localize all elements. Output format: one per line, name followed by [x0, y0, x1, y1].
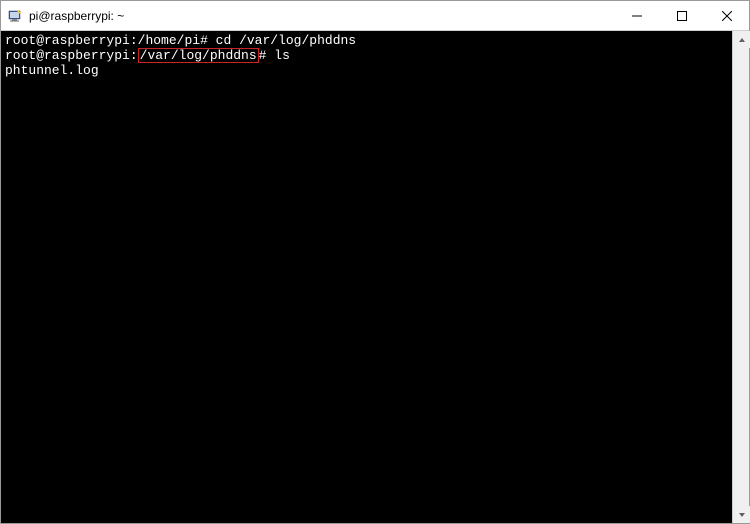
scroll-down-button[interactable] — [733, 506, 750, 523]
terminal-area: root@raspberrypi:/home/pi# cd /var/log/p… — [1, 31, 749, 523]
command-text: ls — [274, 48, 290, 63]
terminal-cursor — [5, 80, 12, 93]
terminal-content[interactable]: root@raspberrypi:/home/pi# cd /var/log/p… — [1, 31, 732, 523]
prompt-end: # — [200, 33, 216, 48]
scroll-track[interactable] — [733, 48, 749, 506]
window-title: pi@raspberrypi: ~ — [29, 9, 614, 23]
scroll-up-button[interactable] — [733, 31, 750, 48]
prompt-sep: : — [130, 48, 138, 63]
prompt-end: # — [259, 48, 275, 63]
close-button[interactable] — [704, 1, 749, 30]
titlebar[interactable]: pi@raspberrypi: ~ — [1, 1, 749, 31]
terminal-line: root@raspberrypi:/var/log/phddns# ls — [5, 48, 728, 63]
highlighted-path: /var/log/phddns — [138, 48, 259, 63]
vertical-scrollbar[interactable] — [732, 31, 749, 523]
maximize-button[interactable] — [659, 1, 704, 30]
terminal-output: phtunnel.log — [5, 63, 728, 78]
cursor-line — [5, 78, 728, 93]
minimize-button[interactable] — [614, 1, 659, 30]
command-text: cd /var/log/phddns — [216, 33, 356, 48]
terminal-line: root@raspberrypi:/home/pi# cd /var/log/p… — [5, 33, 728, 48]
prompt-sep: : — [130, 33, 138, 48]
window-controls — [614, 1, 749, 30]
prompt-user: root@raspberrypi — [5, 48, 130, 63]
putty-icon — [7, 8, 23, 24]
prompt-path: /home/pi — [138, 33, 200, 48]
terminal-window: pi@raspberrypi: ~ root@raspberrypi:/home… — [0, 0, 750, 524]
prompt-user: root@raspberrypi — [5, 33, 130, 48]
